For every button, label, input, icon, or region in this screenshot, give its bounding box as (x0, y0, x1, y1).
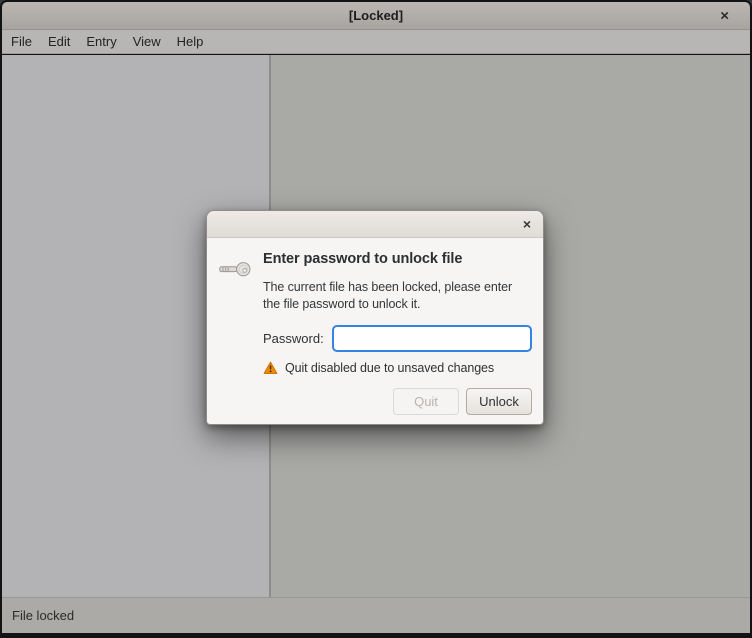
window-close-icon[interactable]: × (716, 6, 733, 25)
menu-file[interactable]: File (3, 31, 40, 52)
status-text: File locked (12, 608, 74, 623)
menu-view[interactable]: View (125, 31, 169, 52)
menu-entry[interactable]: Entry (78, 31, 124, 52)
dialog-heading: Enter password to unlock file (263, 251, 532, 267)
dialog-buttons: Quit Unlock (393, 388, 532, 415)
password-label: Password: (263, 331, 324, 346)
warning-text: Quit disabled due to unsaved changes (285, 361, 494, 375)
dialog-close-icon[interactable]: × (520, 215, 534, 233)
dialog-body: Enter password to unlock file The curren… (207, 238, 543, 425)
unlock-dialog: × Enter password to unlock file The curr… (206, 210, 544, 425)
menu-edit[interactable]: Edit (40, 31, 78, 52)
dialog-message: The current file has been locked, please… (263, 279, 532, 313)
warning-triangle-icon (263, 361, 278, 375)
menu-help[interactable]: Help (169, 31, 212, 52)
statusbar: File locked (2, 597, 750, 633)
dialog-titlebar: × (207, 211, 543, 238)
unlock-button[interactable]: Unlock (466, 388, 532, 415)
window-title: [Locked] (349, 8, 403, 23)
key-icon (219, 251, 253, 375)
quit-button[interactable]: Quit (393, 388, 459, 415)
window-titlebar: [Locked] × (2, 2, 750, 30)
menubar: File Edit Entry View Help (2, 30, 750, 54)
password-input[interactable] (332, 325, 532, 352)
app-window: [Locked] × File Edit Entry View Help Fil… (0, 0, 752, 638)
